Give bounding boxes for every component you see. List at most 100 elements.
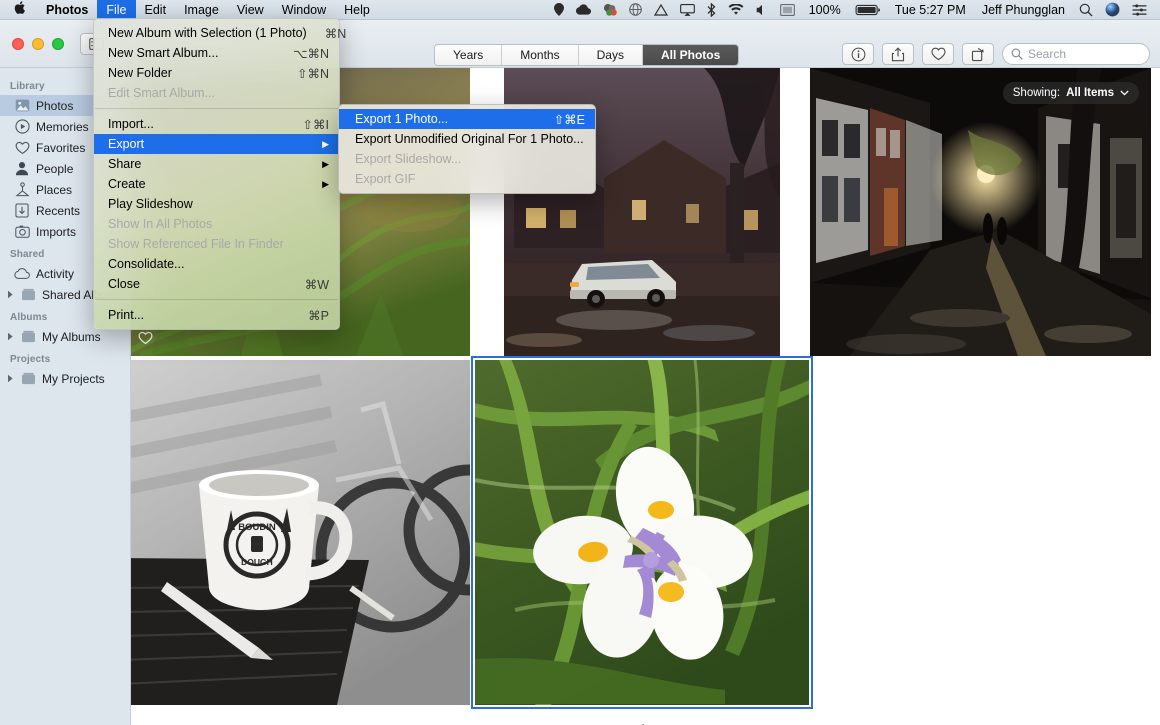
svg-text:BOUDIN: BOUDIN [238,522,276,533]
share-button[interactable] [882,43,914,65]
battery-icon[interactable] [849,0,887,20]
sidebar-item-label: Memories [36,120,89,134]
bluetooth-icon[interactable] [701,0,722,20]
close-window-button[interactable] [12,38,24,50]
menu-item-export-gif: Export GIF [339,169,595,189]
cloud-icon[interactable] [570,0,597,20]
menu-item-export-1-photo[interactable]: Export 1 Photo... ⇧⌘E [339,109,595,129]
siri-icon[interactable] [1099,0,1126,20]
favorite-button[interactable] [922,43,954,65]
photo-coffee-cup[interactable]: BOUDIN DOUGH [131,360,470,705]
menu-item-export[interactable]: Export ▶ [94,134,339,154]
screen-mirroring-icon[interactable] [774,0,801,20]
menu-item-create[interactable]: Create ▶ [94,174,339,194]
volume-icon[interactable] [750,0,774,20]
menu-item-export-unmodified-original[interactable]: Export Unmodified Original For 1 Photo..… [339,129,595,149]
menu-item-shortcut: ⌘W [305,277,329,292]
chevron-right-icon[interactable] [6,332,15,341]
airplay-icon[interactable] [674,0,701,20]
tab-months[interactable]: Months [502,45,578,65]
menu-item-play-slideshow[interactable]: Play Slideshow [94,194,339,214]
menu-bar-status-area: 100% Tue 5:27 PM Jeff Phungglan [548,0,1160,20]
tab-all-photos[interactable]: All Photos [643,45,738,65]
export-submenu-dropdown: Export 1 Photo... ⇧⌘E Export Unmodified … [338,104,596,194]
menu-item-print[interactable]: Print... ⌘P [94,305,339,325]
menu-file[interactable]: File [97,0,135,20]
menu-item-shortcut: ⌥⌘N [293,46,329,61]
menu-item-label: Export Unmodified Original For 1 Photo..… [355,132,585,146]
menu-item-shortcut: ⇧⌘E [554,112,585,127]
menu-item-label: Close [108,277,287,291]
menu-item-new-folder[interactable]: New Folder ⇧⌘N [94,63,339,83]
tab-days[interactable]: Days [579,45,643,65]
sidebar-item-label: Favorites [36,141,85,155]
photo-street-night[interactable]: Showing: All Items [810,68,1151,356]
tab-years[interactable]: Years [435,45,502,65]
menu-item-label: Export [108,137,310,151]
menu-separator [95,108,338,109]
places-icon [14,182,30,198]
dropbox-triangle-icon[interactable] [648,0,674,20]
memories-icon [14,119,30,135]
chevron-right-icon[interactable] [6,374,15,383]
menu-edit[interactable]: Edit [136,0,176,20]
menu-item-label: Show In All Photos [108,217,329,231]
sidebar-item-label: Activity [36,267,74,281]
info-button[interactable] [842,43,874,65]
album-folder-icon [20,287,36,303]
control-center-icon[interactable] [1126,0,1153,20]
battery-percent-label: 100% [801,0,849,20]
search-box[interactable] [1002,43,1150,65]
menu-window[interactable]: Window [273,0,335,20]
menu-view[interactable]: View [228,0,273,20]
minimize-window-button[interactable] [32,38,44,50]
sidebar-item-label: Imports [36,225,76,239]
menu-item-label: Export Slideshow... [355,152,585,166]
chevron-right-icon[interactable] [6,290,15,299]
search-icon [1011,48,1023,60]
menu-item-new-album-with-selection[interactable]: New Album with Selection (1 Photo) ⌘N [94,23,339,43]
search-input[interactable] [1028,47,1138,61]
menu-item-new-smart-album[interactable]: New Smart Album... ⌥⌘N [94,43,339,63]
user-name-label[interactable]: Jeff Phungglan [974,0,1073,20]
sidebar-item-label: Recents [36,204,80,218]
menu-item-export-slideshow: Export Slideshow... [339,149,595,169]
imports-icon [14,224,30,240]
menu-item-import[interactable]: Import... ⇧⌘I [94,114,339,134]
photo-white-flower[interactable] [475,360,809,705]
zoom-window-button[interactable] [52,38,64,50]
sidebar-item-label: My Projects [42,372,105,386]
photos-app-icon[interactable] [597,0,623,20]
menu-separator [95,299,338,300]
view-mode-segmented-control[interactable]: Years Months Days All Photos [434,44,739,66]
menu-item-label: Show Referenced File In Finder [108,237,329,251]
menu-item-label: Play Slideshow [108,197,329,211]
menu-photos[interactable]: Photos [37,0,97,20]
chevron-down-icon [1120,87,1129,99]
clock-label[interactable]: Tue 5:27 PM [887,0,974,20]
menu-bar: Photos File Edit Image View Window Help [0,0,1160,20]
menu-item-consolidate[interactable]: Consolidate... [94,254,339,274]
sidebar-item-my-projects[interactable]: My Projects [0,368,130,389]
menu-item-shortcut: ⌘P [308,308,329,323]
showing-filter-button[interactable]: Showing: All Items [1003,82,1139,104]
rotate-button[interactable] [962,43,994,65]
globe-icon[interactable] [623,0,648,20]
toolbar-right-group [842,43,1150,65]
apple-logo-icon[interactable] [0,0,37,20]
menu-item-label: New Folder [108,66,279,80]
menu-help[interactable]: Help [335,0,379,20]
menu-item-label: New Smart Album... [108,46,275,60]
menu-image[interactable]: Image [175,0,228,20]
menu-item-show-referenced-file-in-finder: Show Referenced File In Finder [94,234,339,254]
location-pin-icon[interactable] [548,0,570,20]
menu-item-close[interactable]: Close ⌘W [94,274,339,294]
sidebar-item-label: Places [36,183,72,197]
menu-item-share[interactable]: Share ▶ [94,154,339,174]
wifi-icon[interactable] [722,0,750,20]
svg-text:DOUGH: DOUGH [241,557,273,567]
album-folder-icon [20,371,36,387]
showing-value: All Items [1066,87,1114,99]
sidebar-section-projects: Projects [0,347,130,368]
search-icon[interactable] [1073,0,1099,20]
